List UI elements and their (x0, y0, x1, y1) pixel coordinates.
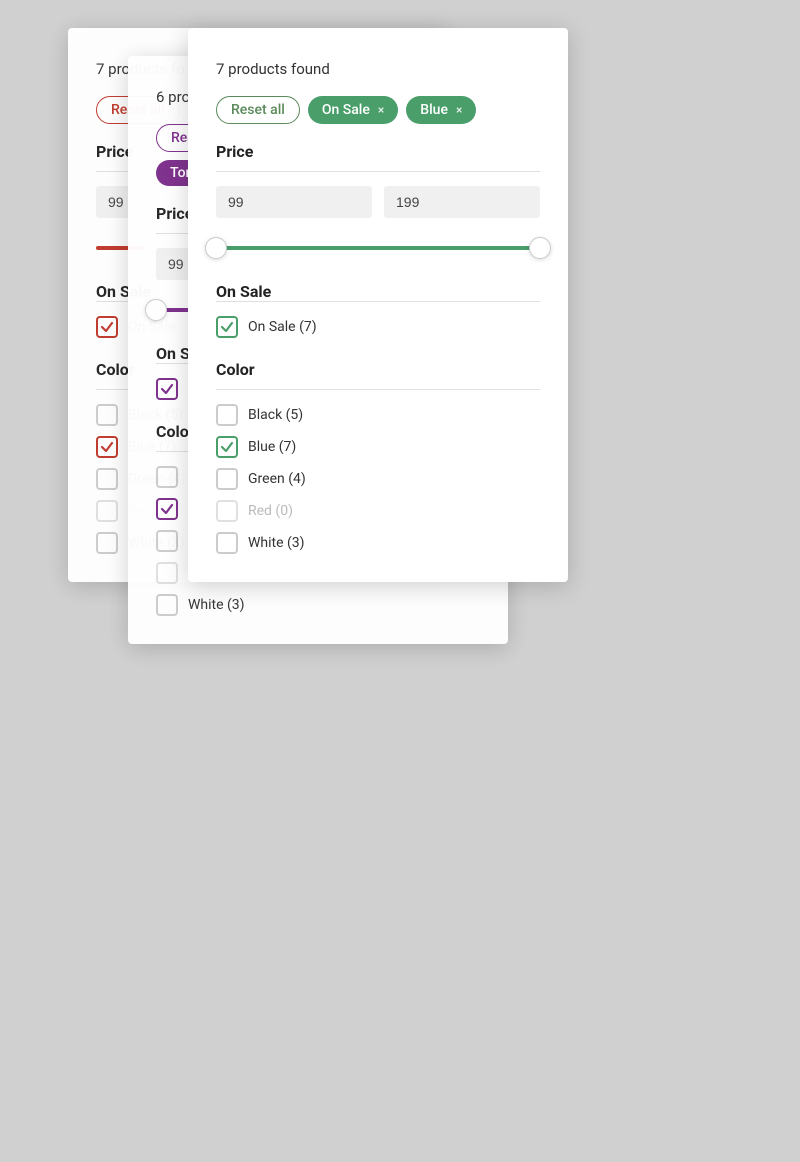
onsale-title-front: On Sale (216, 282, 540, 301)
onsale-checkbox-box-back1[interactable] (156, 378, 178, 400)
color-white-front[interactable]: White (3) (216, 532, 540, 554)
color-black-box-front[interactable] (216, 404, 238, 426)
reset-all-front[interactable]: Reset all (216, 96, 300, 124)
color-red-box-back2[interactable] (96, 500, 118, 522)
color-blue-box-front[interactable] (216, 436, 238, 458)
color-green-front[interactable]: Green (4) (216, 468, 540, 490)
onsale-label-front: On Sale (7) (248, 319, 317, 335)
slider-thumb-left-back1[interactable] (145, 299, 167, 321)
color-white-box-back2[interactable] (96, 532, 118, 554)
color-blue-box-back1[interactable] (156, 498, 178, 520)
color-green-box-back2[interactable] (96, 468, 118, 490)
slider-front[interactable] (216, 232, 540, 264)
filter-tags-front: Reset all On Sale × Blue × (216, 96, 540, 124)
card-front: 7 products found Reset all On Sale × Blu… (188, 28, 568, 582)
onsale-checkbox-box-back2[interactable] (96, 316, 118, 338)
tag-onsale-front[interactable]: On Sale × (308, 96, 398, 124)
color-white-back1[interactable]: White (3) (156, 594, 480, 616)
color-list-front: Black (5) Blue (7) Green (4) Red (0) (216, 404, 540, 554)
color-blue-front[interactable]: Blue (7) (216, 436, 540, 458)
color-red-front[interactable]: Red (0) (216, 500, 540, 522)
color-title-front: Color (216, 360, 540, 379)
price-max-front[interactable] (384, 186, 540, 218)
color-green-box-back1[interactable] (156, 530, 178, 552)
onsale-checkbox-box-front[interactable] (216, 316, 238, 338)
price-min-front[interactable] (216, 186, 372, 218)
color-green-box-front[interactable] (216, 468, 238, 490)
slider-thumb-right-front[interactable] (529, 237, 551, 259)
color-black-box-back1[interactable] (156, 466, 178, 488)
price-inputs-front (216, 186, 540, 218)
onsale-list-front: On Sale (7) (216, 316, 540, 338)
color-black-box-back2[interactable] (96, 404, 118, 426)
color-white-box-back1[interactable] (156, 594, 178, 616)
onsale-checkbox-front[interactable]: On Sale (7) (216, 316, 540, 338)
color-red-box-front[interactable] (216, 500, 238, 522)
color-red-box-back1[interactable] (156, 562, 178, 584)
slider-thumb-left-front[interactable] (205, 237, 227, 259)
color-white-box-front[interactable] (216, 532, 238, 554)
color-white-label: White (3) (248, 535, 305, 551)
tag-blue-front[interactable]: Blue × (406, 96, 476, 124)
price-title-front: Price (216, 142, 540, 161)
color-black-front[interactable]: Black (5) (216, 404, 540, 426)
products-found-front: 7 products found (216, 60, 540, 78)
color-blue-box-back2[interactable] (96, 436, 118, 458)
